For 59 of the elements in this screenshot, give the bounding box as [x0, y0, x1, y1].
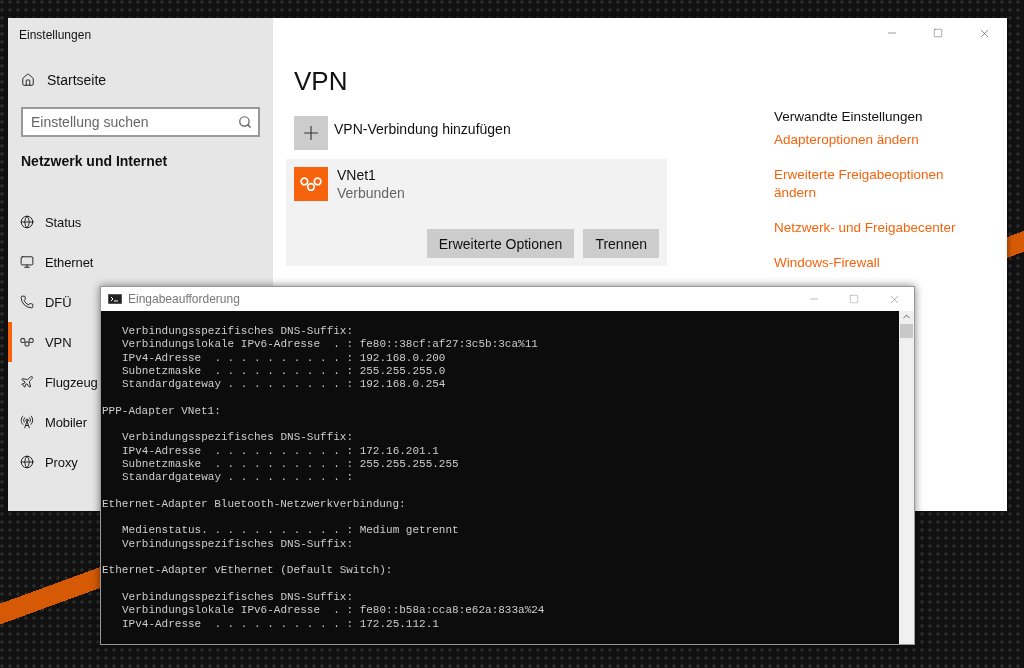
console-line: IPv4-Adresse . . . . . . . . . . : 172.25.112.1 [121, 617, 440, 631]
sidebar-item-label: Flugzeug [45, 374, 98, 390]
sidebar-item-label: DFÜ [45, 294, 72, 310]
connection-status: Verbunden [337, 185, 405, 201]
console-line: Subnetzmaske . . . . . . . . . . : 255.255.255.255 [121, 457, 460, 472]
console-line: Verbindungsspezifisches DNS-Suffix: [121, 325, 355, 339]
console-line: Verbindungsspezifisches DNS-Suffix: [121, 537, 355, 552]
plane-icon [20, 375, 34, 389]
vpn-connection-card[interactable]: VNet1 Verbunden Erweiterte Optionen Trennen [286, 159, 667, 266]
window-title: Eingabeaufforderung [128, 292, 241, 306]
sidebar-item-label: Mobiler [45, 414, 87, 430]
connection-name: VNet1 [337, 167, 377, 183]
sidebar-item[interactable]: VPN [8, 322, 72, 362]
console-line: Medienstatus. . . . . . . . . . . : Medium getrennt [121, 524, 460, 538]
sidebar-item[interactable]: Mobiler [8, 402, 87, 442]
page-title: VPN [294, 66, 349, 98]
window-title: Einstellungen [19, 28, 93, 44]
sidebar-item[interactable]: Status [8, 202, 82, 242]
vpn-icon [294, 167, 328, 201]
maximize-icon [849, 294, 859, 304]
sidebar-item[interactable]: Proxy [8, 442, 78, 482]
section-heading: Netzwerk und Internet [21, 153, 169, 171]
console-line: Verbindungsspezifisches DNS-Suffix: [121, 590, 355, 605]
scrollbar[interactable] [899, 311, 914, 644]
home-link[interactable]: Startseite [21, 70, 273, 90]
phone-icon [20, 295, 34, 309]
console-line: Standardgateway . . . . . . . . . : [121, 471, 355, 485]
adapter-heading: Ethernet-Adapter vEthernet (Default Switch): [102, 564, 394, 578]
ethernet-icon [20, 255, 34, 269]
console-line: Subnetzmaske . . . . . . . . . . : 255.255.255.0 [121, 364, 447, 379]
home-icon [21, 73, 35, 87]
search-icon [238, 115, 252, 129]
sidebar-item[interactable]: Flugzeug [8, 362, 98, 402]
console-line: Standardgateway . . . . . . . . . : 192.168.0.254 [121, 378, 447, 392]
related-heading: Verwandte Einstellungen [774, 109, 923, 124]
sidebar-item-label: Proxy [45, 454, 78, 470]
search-field[interactable]: Einstellung suchen [21, 107, 260, 137]
sidebar-item-label: Status [45, 214, 82, 230]
maximize-icon [933, 28, 943, 38]
connection-button[interactable]: Erweiterte Optionen [426, 229, 575, 258]
add-vpn-label[interactable]: VPN-Verbindung hinzufügen [334, 121, 511, 137]
console-line: IPv4-Adresse . . . . . . . . . . : 192.168.0.200 [121, 351, 447, 365]
add-button[interactable] [294, 116, 328, 150]
console-line: Verbindungslokale IPv6-Adresse . : fe80::b58a:cca8:e62a:833a%24 [121, 604, 546, 618]
console-line: Verbindungsspezifisches DNS-Suffix: [121, 431, 355, 445]
antenna-icon [20, 415, 34, 429]
globe-icon [20, 455, 34, 469]
console-line: IPv4-Adresse . . . . . . . . . . : 172.16.201.1 [121, 444, 440, 458]
scroll-thumb[interactable] [900, 324, 913, 338]
adapter-heading: Ethernet-Adapter Bluetooth-Netzwerkverbindung: [102, 497, 407, 512]
console-line: Verbindungslokale IPv6-Adresse . : fe80::38cf:af27:3c5b:3ca%11 [121, 338, 539, 352]
vpn-icon [20, 337, 34, 347]
console-icon [108, 294, 122, 304]
connection-button[interactable]: Trennen [583, 229, 659, 258]
sidebar-item-label: VPN [45, 334, 72, 350]
sidebar-item[interactable]: DFÜ [8, 282, 72, 322]
sidebar-item[interactable]: Ethernet [8, 242, 94, 282]
adapter-heading: PPP-Adapter VNet1: [102, 404, 222, 419]
sidebar-item-label: Ethernet [45, 254, 94, 270]
